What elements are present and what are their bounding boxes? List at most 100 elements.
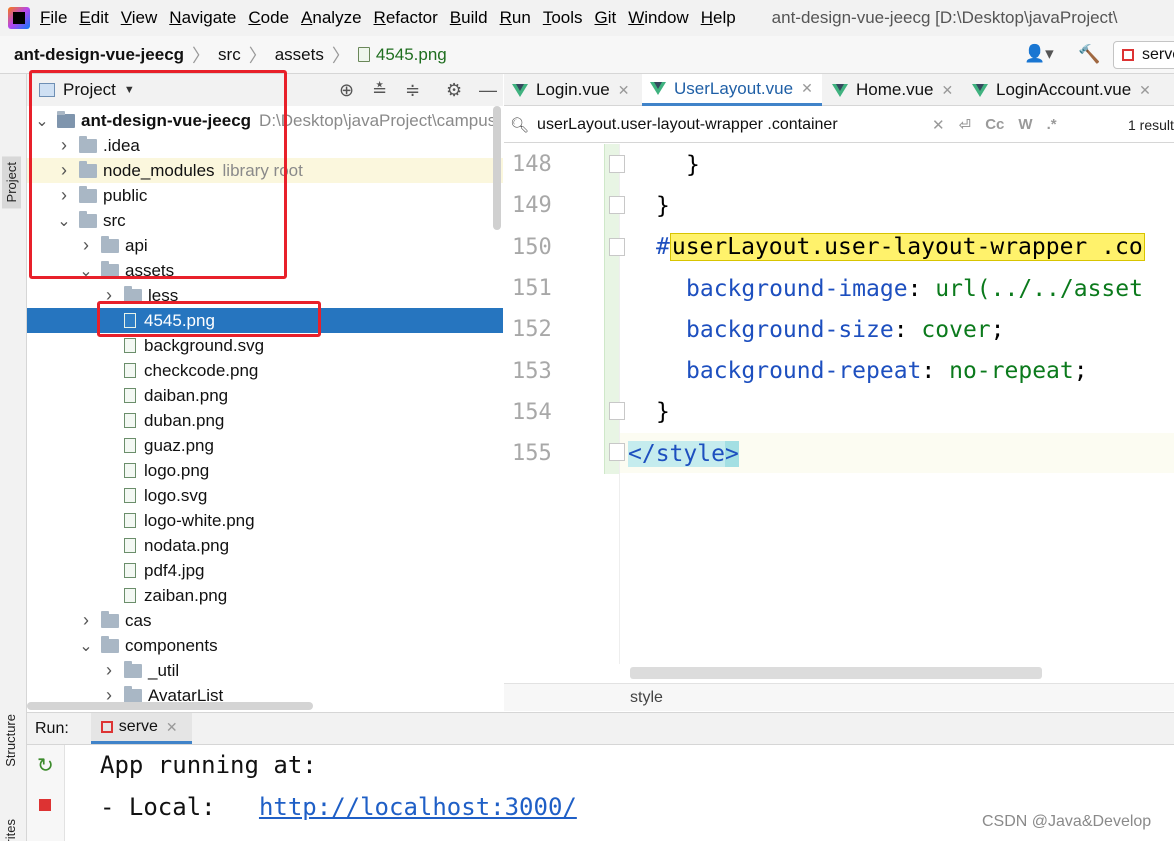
editor-horizontal-scrollbar[interactable]	[630, 667, 1042, 679]
tree-file-item[interactable]: duban.png	[27, 408, 503, 433]
image-file-icon	[124, 363, 136, 378]
localhost-link[interactable]: http://localhost:3000/	[259, 793, 577, 821]
line-number: 148	[512, 152, 552, 177]
fold-marker-icon[interactable]	[609, 402, 625, 420]
run-config-label: serve	[1142, 46, 1174, 63]
menu-code[interactable]: Code	[248, 8, 289, 28]
code-line-152: background-size: cover;	[686, 317, 1005, 343]
close-icon[interactable]: ✕	[618, 82, 630, 99]
match-case-button[interactable]: Cc	[985, 116, 1004, 133]
fold-marker-icon[interactable]	[609, 238, 625, 256]
tree-folder-item[interactable]: › cas	[27, 608, 503, 633]
tree-file-item[interactable]: logo-white.png	[27, 508, 503, 533]
tree-file-item[interactable]: zaiban.png	[27, 583, 503, 608]
chevron-right-icon[interactable]: ›	[79, 610, 93, 631]
tree-file-item[interactable]: guaz.png	[27, 433, 503, 458]
vue-file-icon	[650, 82, 666, 95]
build-hammer-icon[interactable]: 🔨	[1078, 44, 1100, 65]
gear-icon[interactable]: ⚙	[446, 80, 462, 101]
editor-breadcrumb: style	[504, 683, 1174, 711]
code-line-155: </style >	[628, 441, 739, 467]
tree-item-label: nodata.png	[144, 535, 230, 555]
search-icon[interactable]: 🔍︎	[510, 116, 529, 134]
menu-view[interactable]: View	[121, 8, 158, 28]
structure-tool-tab[interactable]: Structure	[3, 714, 18, 767]
tab-login-vue[interactable]: Login.vue ✕	[504, 74, 640, 106]
line-number: 153	[512, 358, 552, 384]
regex-button[interactable]: .*	[1047, 116, 1057, 133]
code-line-150: # userLayout.user-layout-wrapper .co	[656, 233, 1145, 261]
run-tab-serve[interactable]: serve ✕	[90, 713, 192, 744]
tree-file-item[interactable]: daiban.png	[27, 383, 503, 408]
tab-loginaccount-vue[interactable]: LoginAccount.vue ✕	[964, 74, 1174, 106]
new-line-icon[interactable]: ⏎	[959, 116, 972, 134]
locate-file-icon[interactable]: ⊕	[339, 80, 354, 101]
close-icon[interactable]: ✕	[1139, 82, 1151, 99]
find-bar: 🔍︎ ✕ ⏎ Cc W .* 1 result	[504, 107, 1174, 143]
left-tool-strip: Project Structure Favorites	[0, 74, 27, 841]
whole-words-button[interactable]: W	[1018, 116, 1032, 133]
fold-marker-icon[interactable]	[609, 443, 625, 461]
tree-file-item[interactable]: checkcode.png	[27, 358, 503, 383]
breadcrumb-assets[interactable]: assets	[275, 45, 324, 65]
hide-panel-icon[interactable]: —	[479, 80, 497, 101]
folder-icon	[124, 660, 142, 678]
tree-item-label: _util	[148, 660, 180, 680]
menu-git[interactable]: Git	[595, 8, 617, 28]
run-config-selector[interactable]: serve	[1113, 41, 1174, 69]
breadcrumb-style-tag[interactable]: style	[630, 689, 663, 707]
breadcrumb-project[interactable]: ant-design-vue-jeecg	[14, 45, 184, 65]
tab-home-vue[interactable]: Home.vue ✕	[824, 74, 962, 106]
fold-marker-icon[interactable]	[609, 155, 625, 173]
tree-file-item[interactable]: pdf4.jpg	[27, 558, 503, 583]
close-icon[interactable]: ✕	[941, 82, 953, 99]
favorites-tool-tab[interactable]: Favorites	[3, 819, 18, 841]
line-number: 150	[512, 234, 552, 260]
stop-icon[interactable]	[39, 799, 51, 811]
run-panel-header: Run: serve ✕	[27, 712, 1174, 745]
code-editor[interactable]: } } # userLayout.user-layout-wrapper .co …	[619, 144, 1174, 664]
chevron-down-icon[interactable]: ⌄	[79, 636, 93, 656]
tree-file-item[interactable]: nodata.png	[27, 533, 503, 558]
collapse-all-icon[interactable]: ≑	[405, 80, 420, 101]
menu-bar: File Edit View Navigate Code Analyze Ref…	[0, 0, 1174, 36]
tab-userlayout-vue[interactable]: UserLayout.vue ✕	[642, 74, 822, 106]
menu-analyze[interactable]: Analyze	[301, 8, 361, 28]
rerun-icon[interactable]: ↻	[37, 753, 54, 778]
tree-horizontal-scrollbar[interactable]	[27, 702, 313, 710]
line-number: 151	[512, 275, 552, 301]
search-input[interactable]	[537, 115, 933, 134]
user-dropdown-icon[interactable]: 👤▾	[1024, 44, 1054, 64]
tree-folder-item[interactable]: › _util	[27, 658, 503, 683]
tree-file-item[interactable]: logo.png	[27, 458, 503, 483]
menu-edit[interactable]: Edit	[79, 8, 108, 28]
line-number: 154	[512, 399, 552, 425]
project-tool-tab[interactable]: Project	[2, 156, 21, 209]
menu-file[interactable]: File	[40, 8, 67, 28]
menu-build[interactable]: Build	[450, 8, 488, 28]
image-file-icon	[124, 513, 136, 528]
close-icon[interactable]: ✕	[166, 719, 178, 736]
menu-run[interactable]: Run	[500, 8, 531, 28]
clear-search-icon[interactable]: ✕	[932, 116, 945, 134]
tree-item-label: background.svg	[144, 335, 265, 355]
chevron-right-icon[interactable]: ›	[102, 660, 116, 681]
menu-window[interactable]: Window	[628, 8, 688, 28]
tree-folder-item[interactable]: ⌄ components	[27, 633, 503, 658]
fold-region	[604, 144, 619, 474]
tab-label: UserLayout.vue	[674, 78, 794, 98]
expand-all-icon[interactable]: ≛	[372, 80, 387, 101]
fold-marker-icon[interactable]	[609, 196, 625, 214]
menu-navigate[interactable]: Navigate	[169, 8, 236, 28]
menu-tools[interactable]: Tools	[543, 8, 583, 28]
chevron-right-icon: 〉	[331, 45, 350, 66]
menu-refactor[interactable]: Refactor	[374, 8, 438, 28]
breadcrumb-file[interactable]: 4545.png	[376, 45, 447, 65]
tree-item-hint: D:\Desktop\javaProject\campus	[259, 110, 497, 130]
close-icon[interactable]: ✕	[801, 80, 813, 97]
tree-vertical-scrollbar[interactable]	[493, 106, 501, 230]
menu-help[interactable]: Help	[701, 8, 736, 28]
image-file-icon	[124, 538, 136, 553]
breadcrumb-src[interactable]: src	[218, 45, 241, 65]
tree-file-item[interactable]: logo.svg	[27, 483, 503, 508]
